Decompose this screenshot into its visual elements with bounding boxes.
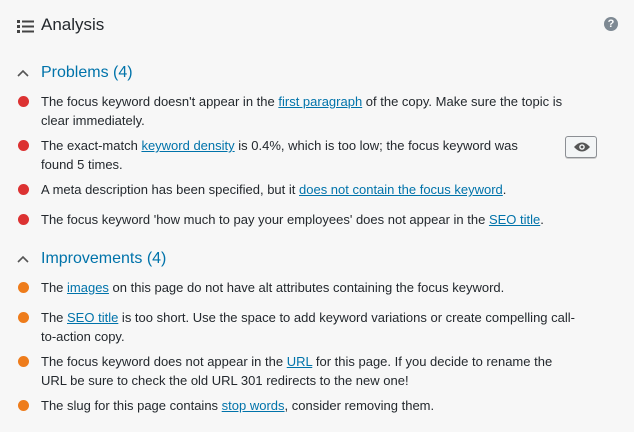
images-link[interactable]: images [67,280,109,295]
keyword-density-link[interactable]: keyword density [141,138,234,153]
problem-bullet-icon [18,96,29,107]
first-paragraph-link[interactable]: first paragraph [278,94,362,109]
problems-heading: Problems (4) [41,64,133,81]
improvement-bullet-icon [18,356,29,367]
page-title: Analysis [41,15,105,34]
improvements-toggle[interactable]: Improvements (4) [0,248,634,272]
seo-title-link[interactable]: SEO title [67,310,118,325]
improvement-bullet-icon [18,400,29,411]
seo-title-link[interactable]: SEO title [489,212,540,227]
improvement-bullet-icon [18,312,29,323]
stop-words-link[interactable]: stop words [222,398,285,413]
problem-bullet-icon [18,184,29,195]
eye-icon [574,142,590,152]
list-icon [17,20,34,33]
problem-bullet-icon [18,214,29,225]
highlight-keyword-button[interactable] [565,136,597,158]
meta-description-link[interactable]: does not contain the focus keyword [299,182,503,197]
help-icon[interactable]: ? [604,17,618,31]
analysis-header: Analysis ? [0,0,634,52]
url-link[interactable]: URL [287,354,313,369]
chevron-up-icon [17,69,29,77]
problems-toggle[interactable]: Problems (4) [0,62,634,86]
problem-bullet-icon [18,140,29,151]
improvement-bullet-icon [18,282,29,293]
chevron-up-icon [17,255,29,263]
improvements-heading: Improvements (4) [41,250,167,267]
